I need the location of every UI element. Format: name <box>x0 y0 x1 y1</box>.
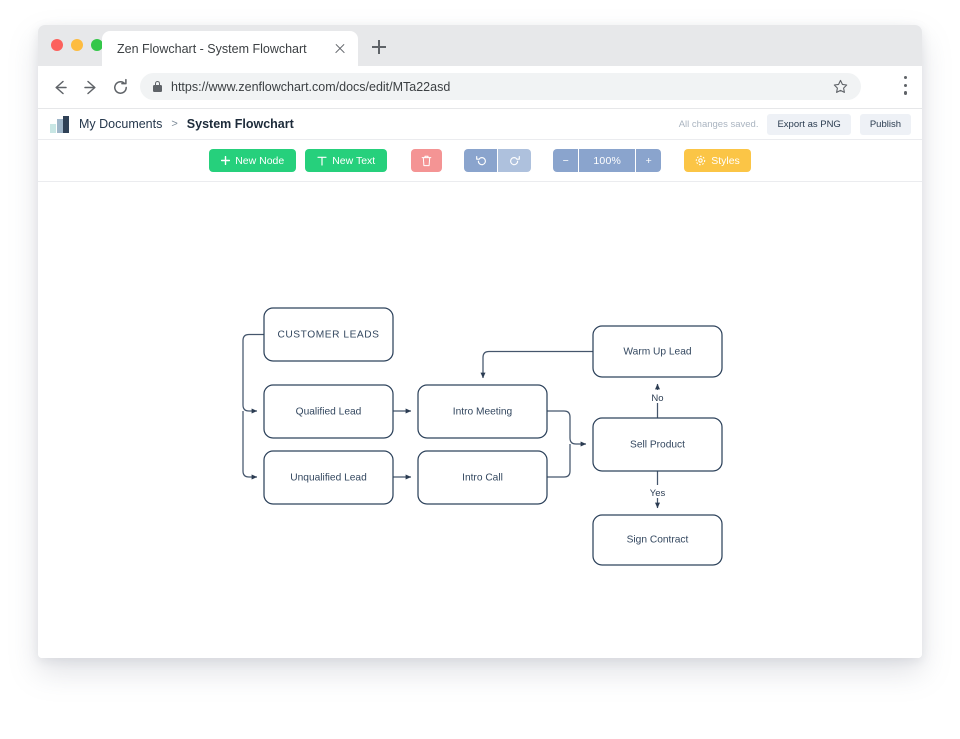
node-label: Intro Call <box>462 473 503 484</box>
node-label: Unqualified Lead <box>290 473 367 484</box>
node-sell-product[interactable]: Sell Product <box>593 418 722 471</box>
undo-button[interactable] <box>464 149 497 172</box>
edge-intro-meeting-to-sell-product <box>547 411 586 444</box>
delete-button[interactable] <box>411 149 442 172</box>
node-label: Intro Meeting <box>453 407 513 418</box>
arrow-left-icon[interactable] <box>50 77 71 98</box>
browser-tabstrip: Zen Flowchart - System Flowchart <box>38 25 922 66</box>
flowchart-canvas[interactable]: CUSTOMER LEADS Qualified Lead Unqualifie… <box>38 182 922 658</box>
redo-button[interactable] <box>498 149 531 172</box>
arrow-right-icon[interactable] <box>80 77 101 98</box>
edge-warm-up-lead-to-intro-meeting <box>483 352 593 379</box>
zoom-out-button[interactable]: − <box>553 149 578 172</box>
editor-toolbar: New Node New Text <box>38 140 922 182</box>
node-warm-up-lead[interactable]: Warm Up Lead <box>593 326 722 377</box>
breadcrumb-current-document: System Flowchart <box>187 117 294 131</box>
close-window-button[interactable] <box>51 39 63 51</box>
zoom-control-group: − 100% + <box>553 149 661 172</box>
browser-omnibar: https://www.zenflowchart.com/docs/edit/M… <box>38 66 922 109</box>
tab-title: Zen Flowchart - System Flowchart <box>117 42 330 56</box>
url-text: https://www.zenflowchart.com/docs/edit/M… <box>171 80 450 94</box>
zenflowchart-logo-icon <box>50 116 69 133</box>
publish-button[interactable]: Publish <box>860 114 911 135</box>
breadcrumb-separator: > <box>171 118 177 130</box>
edge-label-yes: Yes <box>650 488 666 499</box>
breadcrumb-my-documents[interactable]: My Documents <box>79 117 162 131</box>
plus-icon <box>221 156 230 165</box>
plus-icon[interactable] <box>369 37 389 57</box>
zoom-in-button[interactable]: + <box>636 149 661 172</box>
reload-icon[interactable] <box>110 77 131 98</box>
close-icon[interactable] <box>330 39 350 59</box>
browser-window: Zen Flowchart - System Flowchart <box>38 25 922 658</box>
styles-button[interactable]: Styles <box>684 149 751 172</box>
trash-icon <box>421 155 432 167</box>
new-text-label: New Text <box>332 155 375 167</box>
node-intro-call[interactable]: Intro Call <box>418 451 547 504</box>
lock-icon <box>153 81 162 92</box>
new-node-label: New Node <box>235 155 284 167</box>
flowchart-svg: CUSTOMER LEADS Qualified Lead Unqualifie… <box>38 182 922 658</box>
app-header: My Documents > System Flowchart All chan… <box>38 109 922 140</box>
browser-tab[interactable]: Zen Flowchart - System Flowchart <box>102 31 358 66</box>
new-node-button[interactable]: New Node <box>209 149 296 172</box>
node-sign-contract[interactable]: Sign Contract <box>593 515 722 565</box>
node-qualified-lead[interactable]: Qualified Lead <box>264 385 393 438</box>
star-icon[interactable] <box>833 79 848 94</box>
node-label: Sign Contract <box>627 535 689 546</box>
new-text-button[interactable]: New Text <box>305 149 387 172</box>
edge-customer-leads-to-unqualified-lead <box>243 411 257 477</box>
header-actions: All changes saved. Export as PNG Publish <box>679 109 911 140</box>
address-bar[interactable]: https://www.zenflowchart.com/docs/edit/M… <box>140 73 861 100</box>
export-png-button[interactable]: Export as PNG <box>767 114 850 135</box>
zoom-level-display[interactable]: 100% <box>579 149 635 172</box>
text-tool-icon <box>317 156 327 166</box>
history-button-group <box>464 149 531 172</box>
node-unqualified-lead[interactable]: Unqualified Lead <box>264 451 393 504</box>
edge-customer-leads-to-qualified-lead <box>243 335 264 412</box>
node-customer-leads[interactable]: CUSTOMER LEADS <box>264 308 393 361</box>
node-intro-meeting[interactable]: Intro Meeting <box>418 385 547 438</box>
save-status: All changes saved. <box>679 119 759 130</box>
styles-label: Styles <box>711 155 740 167</box>
redo-icon <box>509 155 521 167</box>
edge-label-no: No <box>651 393 663 404</box>
node-label: Warm Up Lead <box>623 347 691 358</box>
kebab-menu-icon[interactable] <box>904 76 908 98</box>
window-controls <box>51 39 103 51</box>
node-label: CUSTOMER LEADS <box>277 330 379 341</box>
edge-intro-call-to-sell-product <box>547 444 570 477</box>
node-label: Sell Product <box>630 440 685 451</box>
undo-icon <box>475 155 487 167</box>
gear-icon <box>695 155 706 166</box>
node-label: Qualified Lead <box>296 407 362 418</box>
minimize-window-button[interactable] <box>71 39 83 51</box>
